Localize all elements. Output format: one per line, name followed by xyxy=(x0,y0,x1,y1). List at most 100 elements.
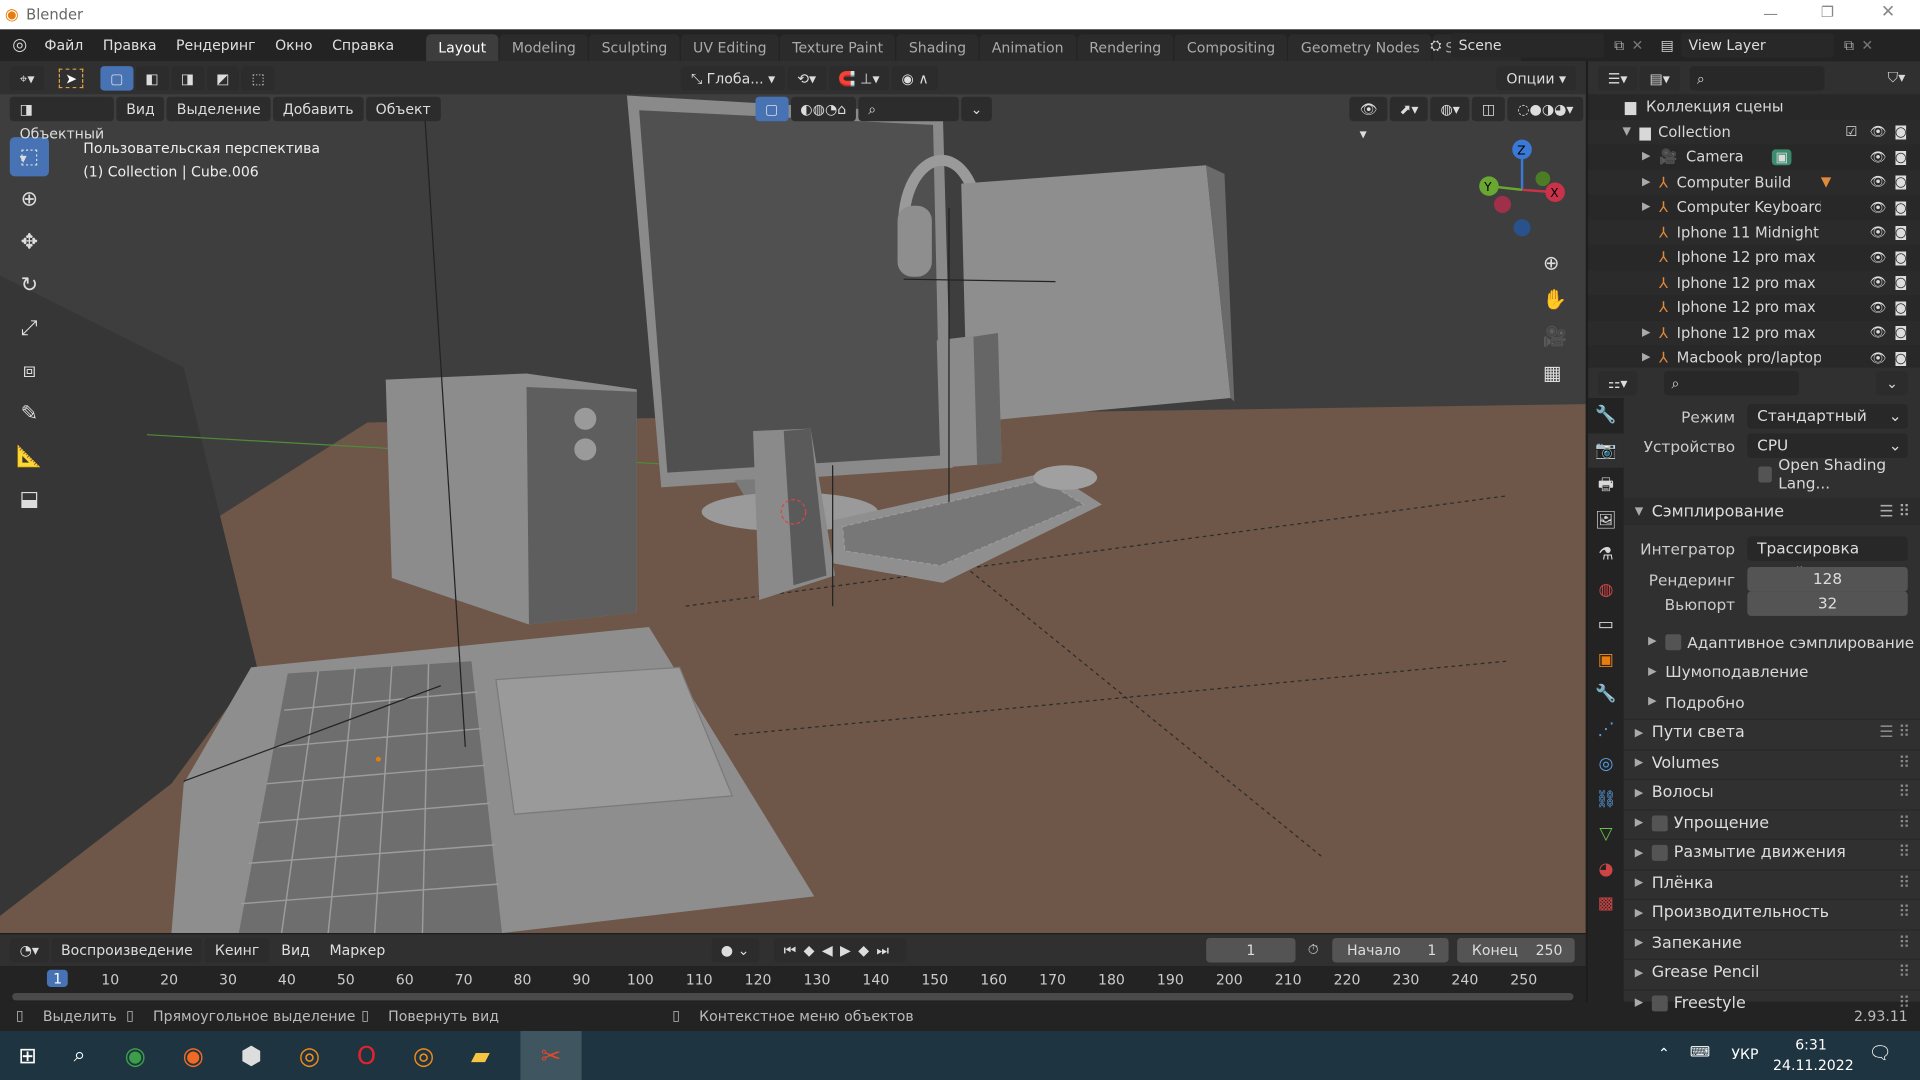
snap-toggle[interactable]: 🧲 ⊥▾ xyxy=(828,65,890,91)
language-indicator[interactable]: УКР xyxy=(1731,1046,1758,1063)
panel-header-4[interactable]: ▶ Размытие движения ⠿ xyxy=(1623,838,1920,866)
scene-selector[interactable]: Scene xyxy=(1451,33,1605,58)
gizmo-toggle[interactable]: ⬈▾ xyxy=(1389,96,1429,122)
outliner-item[interactable]: ▶⅄Iphone 12 pro max blu👁◙ xyxy=(1588,270,1920,296)
select-new-icon[interactable]: ▢ xyxy=(100,65,134,91)
tab-geometry-nodes[interactable]: Geometry Nodes xyxy=(1288,34,1432,62)
particles-tab-icon[interactable]: ⋰ xyxy=(1588,712,1624,747)
chrome-icon[interactable]: ◉ xyxy=(124,1041,145,1070)
expand-arrow-icon[interactable]: ▶ xyxy=(1642,176,1650,188)
blender-menu-icon[interactable]: ◎ xyxy=(12,36,27,56)
sampling-subpanel-1[interactable]: ▶ Шумоподавление xyxy=(1624,658,1920,685)
tab-texture-paint[interactable]: Texture Paint xyxy=(780,34,896,62)
filter-icon[interactable]: ⛉▾ xyxy=(1888,69,1906,87)
visibility-dropdown[interactable]: 👁▾ xyxy=(1349,96,1388,142)
visibility-eye-icon[interactable]: 👁 xyxy=(1870,174,1887,190)
material-tab-icon[interactable]: ◕ xyxy=(1588,852,1624,887)
visibility-eye-icon[interactable]: 👁 xyxy=(1870,199,1887,215)
add-cube-tool[interactable]: ⬓ xyxy=(10,480,49,519)
render-camera-icon[interactable]: ◙ xyxy=(1894,149,1907,165)
expand-arrow-icon[interactable]: ▼ xyxy=(1622,126,1630,138)
panel-header-5[interactable]: ▶ Плёнка ⠿ xyxy=(1623,868,1920,896)
tab-compositing[interactable]: Compositing xyxy=(1174,34,1288,62)
tab-sculpting[interactable]: Sculpting xyxy=(589,34,680,62)
outliner-item[interactable]: ▶⅄Iphone 12 pro max blu👁◙ xyxy=(1588,295,1920,320)
scene-tab-icon[interactable]: ⚗ xyxy=(1588,538,1624,573)
drag-handle-icon[interactable]: ⠿ xyxy=(1899,934,1911,952)
drag-handle-icon[interactable]: ⠿ xyxy=(1899,784,1911,802)
drag-handle-icon[interactable]: ⠿ xyxy=(1899,874,1911,892)
stopwatch-icon[interactable]: ⏱ xyxy=(1308,940,1319,958)
tab-shading[interactable]: Shading xyxy=(896,34,979,62)
timeline-menu-1[interactable]: Кеинг xyxy=(205,937,270,963)
tab-modeling[interactable]: Modeling xyxy=(499,34,589,62)
panel-header-8[interactable]: ▶ Grease Pencil ⠿ xyxy=(1623,958,1920,986)
notifications-icon[interactable]: 🗨 xyxy=(1869,1042,1892,1064)
sampling-subpanel-0[interactable]: ▶ Адаптивное сэмплирование xyxy=(1624,628,1920,655)
camera-view-icon[interactable]: 🎥 xyxy=(1543,318,1567,355)
expand-arrow-icon[interactable]: ▶ xyxy=(1642,352,1650,364)
close-button[interactable]: ✕ xyxy=(1881,2,1895,22)
panel-enable-checkbox[interactable] xyxy=(1651,844,1668,861)
device-dropdown[interactable]: CPU ⌄ xyxy=(1747,433,1908,458)
playback-controls[interactable]: ⏮◆◀▶◆⏭ xyxy=(773,937,907,963)
render-camera-icon[interactable]: ◙ xyxy=(1894,124,1907,140)
physics-tab-icon[interactable]: ◎ xyxy=(1588,747,1624,782)
windows-start-icon[interactable]: ⊞ xyxy=(18,1043,36,1069)
xray-toggle[interactable]: ◫ xyxy=(1472,96,1505,122)
properties-search[interactable]: ⌕ xyxy=(1664,370,1799,395)
scale-tool[interactable]: ⤢ xyxy=(10,309,49,348)
new-scene-icon[interactable]: ⧉ xyxy=(1614,36,1624,54)
tab-rendering[interactable]: Rendering xyxy=(1077,34,1174,62)
drag-handle-icon[interactable]: ⠿ xyxy=(1899,994,1911,1012)
view-layer-icon[interactable]: ▤ xyxy=(1660,37,1673,54)
visibility-eye-icon[interactable]: 👁 xyxy=(1870,249,1887,265)
panel-header-3[interactable]: ▶ Упрощение ⠿ xyxy=(1623,808,1920,836)
select-extend-icon[interactable]: ◧ xyxy=(135,65,169,91)
select-invert-icon[interactable]: ◩ xyxy=(206,65,240,91)
annotate-tool[interactable]: ✎ xyxy=(10,394,49,433)
visibility-eye-icon[interactable]: 👁 xyxy=(1870,300,1887,316)
shading-icon[interactable]: ◐◍◔⌂ xyxy=(790,96,856,122)
data-tab-icon[interactable]: ▽ xyxy=(1588,817,1624,852)
panel-header-2[interactable]: ▶ Волосы ⠿ xyxy=(1623,778,1920,806)
select-subtract-icon[interactable]: ◨ xyxy=(170,65,204,91)
expand-arrow-icon[interactable]: ▶ xyxy=(1642,151,1650,163)
outliner-item[interactable]: ▶ ⅄ Computer Build ▼ 👁 ◙ xyxy=(1588,169,1920,195)
tab-layout[interactable]: Layout xyxy=(425,34,499,62)
proportional-edit-toggle[interactable]: ◉ ∧ xyxy=(891,65,939,91)
pan-view-icon[interactable]: ✋ xyxy=(1543,282,1567,319)
panel-header-7[interactable]: ▶ Запекание ⠿ xyxy=(1623,928,1920,956)
start-frame-field[interactable]: Начало 1 xyxy=(1332,937,1449,963)
modifier-tab-icon[interactable]: 🔧 xyxy=(1588,677,1624,712)
collection-tab-icon[interactable]: ▭ xyxy=(1588,607,1624,642)
adaptive-sampling-checkbox[interactable] xyxy=(1665,633,1682,650)
render-engine-dropdown[interactable]: Стандартный ⌄ xyxy=(1747,404,1908,429)
visibility-eye-icon[interactable]: 👁 xyxy=(1870,350,1887,366)
render-camera-icon[interactable]: ◙ xyxy=(1894,224,1907,240)
move-tool[interactable]: ✥ xyxy=(10,223,49,262)
tab-uv-editing[interactable]: UV Editing xyxy=(680,34,779,62)
menu-2[interactable]: Рендеринг xyxy=(166,37,265,54)
delete-scene-icon[interactable]: ✕ xyxy=(1632,37,1644,54)
keyboard-icon[interactable]: ⌨ xyxy=(1690,1043,1710,1060)
file-explorer-icon[interactable]: ▰ xyxy=(471,1041,490,1070)
maximize-button[interactable]: ❐ xyxy=(1821,4,1834,21)
timeline-menu-3[interactable]: Маркер xyxy=(320,942,395,959)
editor-type-icon[interactable]: ⌖▾ xyxy=(9,65,45,91)
outliner-item[interactable]: ▶⅄Iphone 12 pro max blu👁◙ xyxy=(1588,320,1920,346)
panel-enable-checkbox[interactable] xyxy=(1651,994,1668,1011)
cursor-tool[interactable]: ⊕ xyxy=(10,180,49,219)
panel-enable-checkbox[interactable] xyxy=(1651,814,1668,831)
object-tab-icon[interactable]: ▣ xyxy=(1588,642,1624,677)
transform-orientation-dropdown[interactable]: ⤡ Глоба... ▾ xyxy=(681,65,785,91)
viewport-menu-3[interactable]: Объект xyxy=(365,96,441,122)
view-layer-selector[interactable]: View Layer xyxy=(1681,33,1835,58)
drag-handle-icon[interactable]: ⠿ xyxy=(1899,844,1911,862)
visibility-eye-icon[interactable]: 👁 xyxy=(1870,275,1887,291)
firefox-icon[interactable]: ◉ xyxy=(183,1041,204,1070)
delete-view-layer-icon[interactable]: ✕ xyxy=(1861,37,1873,54)
viewport-search[interactable]: ⌕ xyxy=(858,96,959,122)
camera-data-icon[interactable]: ▣ xyxy=(1771,149,1792,166)
output-tab-icon[interactable]: 🖶 xyxy=(1588,468,1624,503)
